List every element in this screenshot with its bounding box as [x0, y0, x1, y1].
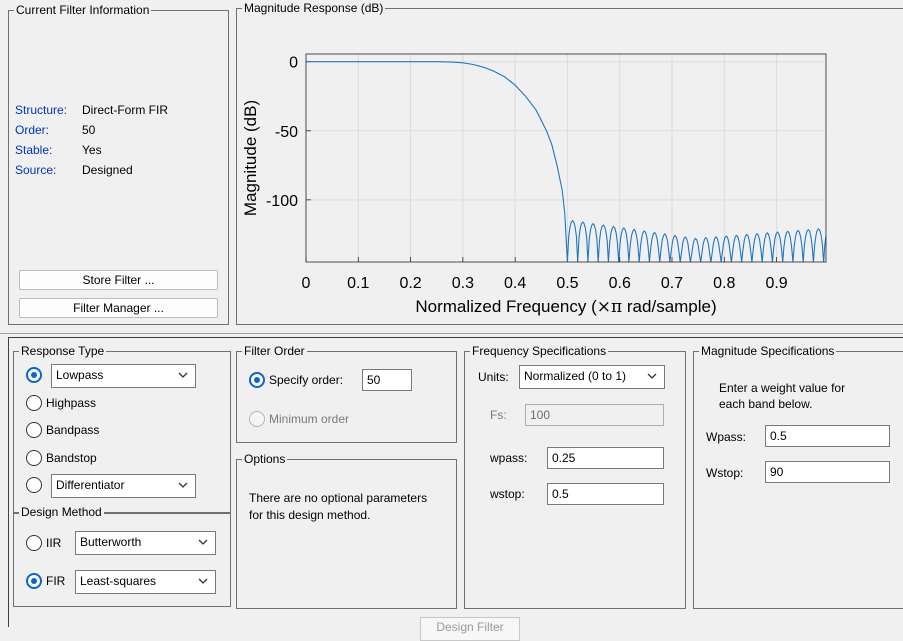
y-axis-label: Magnitude (dB) [241, 100, 260, 216]
fs-label: Fs: [490, 408, 507, 422]
weight-wstop-input[interactable]: 90 [765, 461, 890, 483]
chevron-down-icon [647, 373, 657, 379]
x-tick-label: 0.3 [452, 275, 474, 292]
filter-order-group: Filter Order [236, 344, 457, 443]
specify-order-label[interactable]: Specify order: [269, 373, 343, 387]
units-select[interactable]: Normalized (0 to 1) [519, 365, 665, 389]
x-tick-label: 0.9 [765, 275, 787, 292]
x-tick-label: 0.2 [399, 275, 421, 292]
frequency-specs-title: Frequency Specifications [470, 344, 609, 359]
weight-wpass-label: Wpass: [706, 430, 747, 444]
iir-method-select[interactable]: Butterworth [75, 531, 216, 555]
chevron-down-icon [178, 482, 188, 488]
lowpass-select-value: Lowpass [56, 368, 104, 382]
design-method-title: Design Method [19, 505, 104, 520]
radio-bandstop[interactable] [26, 450, 42, 466]
frequency-specs-group: Frequency Specifications [464, 344, 686, 609]
response-type-title: Response Type [19, 344, 107, 359]
fir-method-value: Least-squares [80, 574, 157, 588]
highpass-label[interactable]: Highpass [46, 396, 96, 410]
bandpass-label[interactable]: Bandpass [46, 423, 99, 437]
wpass-input[interactable]: 0.25 [547, 447, 664, 469]
lowpass-select[interactable]: Lowpass [51, 364, 196, 388]
order-input[interactable]: 50 [362, 369, 412, 391]
options-message-line2: for this design method. [249, 508, 371, 522]
magnitude-specs-title: Magnitude Specifications [699, 344, 837, 359]
radio-differentiator[interactable] [26, 477, 42, 493]
x-tick-label: 0.4 [504, 275, 526, 292]
y-tick-label: -50 [275, 124, 298, 141]
options-title: Options [242, 452, 288, 467]
iir-method-value: Butterworth [80, 535, 142, 549]
wstop-input[interactable]: 0.5 [547, 483, 664, 505]
weight-wstop-label: Wstop: [706, 466, 744, 480]
wstop-label: wstop: [490, 487, 525, 501]
options-group: Options [236, 452, 457, 609]
x-axis-label-post: rad/sample) [622, 297, 716, 316]
fir-method-select[interactable]: Least-squares [75, 570, 216, 594]
x-tick-label: 0.1 [347, 275, 369, 292]
magnitude-response-chart: 0 0.1 0.2 0.3 0.4 0.5 0.6 0.7 0.8 0.9 0 -50 -100 Mag… [241, 53, 827, 317]
fs-input[interactable]: 100 [525, 404, 664, 426]
x-tick-label: 0.6 [609, 275, 631, 292]
radio-bandpass[interactable] [26, 422, 42, 438]
section-divider [0, 333, 903, 334]
y-tick-label: -100 [266, 193, 298, 210]
x-tick-label: 0.7 [661, 275, 683, 292]
radio-minimum-order[interactable] [249, 411, 265, 427]
options-message-line1: There are no optional parameters [249, 491, 428, 505]
x-tick-label: 0 [302, 275, 311, 292]
chevron-down-icon [198, 539, 208, 545]
minimum-order-label[interactable]: Minimum order [269, 412, 349, 426]
y-tick-label: 0 [289, 55, 298, 72]
design-filter-label: Design Filter [436, 620, 504, 634]
radio-specify-order[interactable] [249, 372, 265, 388]
bandstop-label[interactable]: Bandstop [46, 451, 97, 465]
x-axis-label-pre: Normalized Frequency ( [415, 297, 597, 316]
units-label: Units: [478, 370, 509, 384]
wpass-label: wpass: [490, 451, 528, 465]
radio-iir[interactable] [26, 535, 42, 551]
chevron-down-icon [198, 578, 208, 584]
x-axis-label: Normalized Frequency (×π rad/sample) [415, 297, 716, 317]
x-tick-label: 0.8 [713, 275, 735, 292]
radio-fir[interactable] [26, 573, 42, 589]
magnitude-instruction-line2: each band below. [719, 397, 813, 411]
radio-lowpass[interactable] [26, 367, 42, 383]
differentiator-select-value: Differentiator [56, 478, 125, 492]
magnitude-instruction-line1: Enter a weight value for [719, 381, 846, 395]
x-axis-label-symbol: ×π [597, 297, 622, 317]
iir-label[interactable]: IIR [46, 536, 61, 550]
differentiator-select[interactable]: Differentiator [51, 474, 196, 498]
filter-order-title: Filter Order [242, 344, 307, 359]
radio-highpass[interactable] [26, 395, 42, 411]
magnitude-series-line [306, 61, 827, 263]
design-filter-button[interactable]: Design Filter [420, 617, 520, 641]
weight-wpass-input[interactable]: 0.5 [765, 425, 890, 447]
chevron-down-icon [178, 372, 188, 378]
fir-label[interactable]: FIR [46, 574, 65, 588]
units-select-value: Normalized (0 to 1) [524, 369, 627, 383]
x-tick-label: 0.5 [556, 275, 578, 292]
